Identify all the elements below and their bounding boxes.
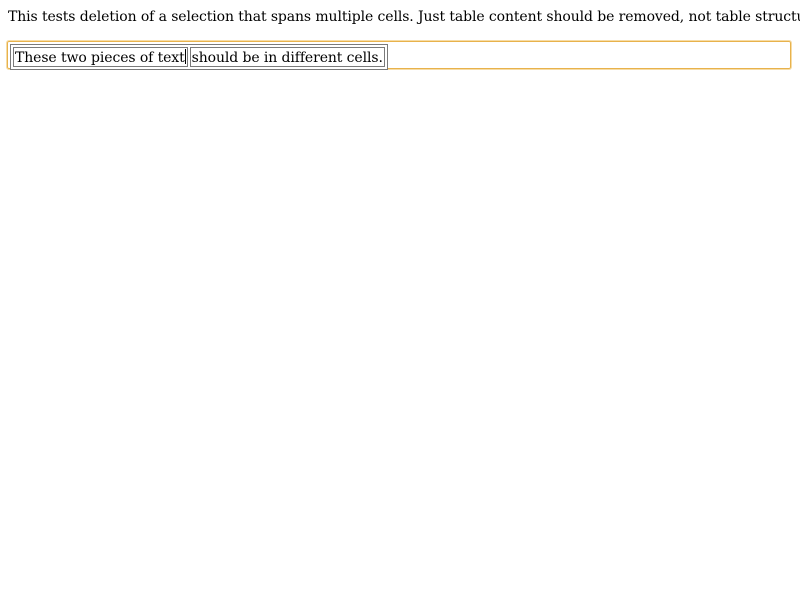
table-cell-first[interactable]: These two pieces of text: [13, 47, 188, 67]
editable-region[interactable]: These two pieces of text should be in di…: [6, 40, 792, 70]
table-cell-second[interactable]: should be in different cells.: [189, 47, 385, 67]
cell-text-first: These two pieces of text: [15, 50, 185, 66]
test-description: This tests deletion of a selection that …: [8, 9, 800, 25]
content-table: These two pieces of text should be in di…: [10, 44, 388, 70]
cell-text-second: should be in different cells.: [191, 49, 383, 66]
text-caret: [184, 49, 186, 64]
table-row: These two pieces of text should be in di…: [13, 47, 385, 67]
